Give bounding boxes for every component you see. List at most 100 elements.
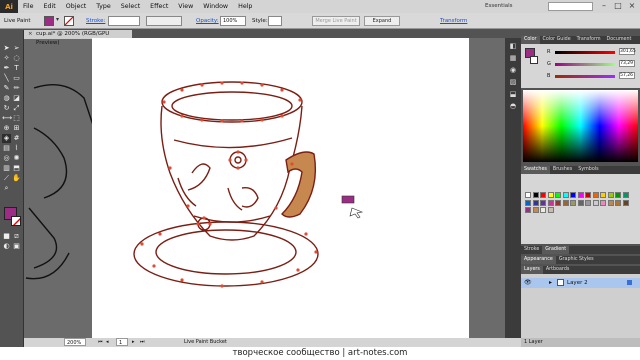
color-swatch[interactable] (615, 192, 621, 198)
draw-mode-icon[interactable]: ◐ (2, 242, 11, 251)
live-paint-bucket-icon[interactable]: ◈ (2, 134, 11, 143)
channel-b-slider[interactable] (555, 75, 615, 78)
color-swatch[interactable] (577, 199, 584, 206)
color-swatch[interactable] (540, 199, 546, 206)
menu-file[interactable]: File (18, 3, 39, 10)
color-swatch[interactable] (622, 192, 629, 198)
collapsed-panel-icon[interactable]: ◧ (508, 42, 518, 51)
expand-button[interactable]: Expand (364, 16, 400, 26)
color-swatch[interactable] (540, 207, 546, 213)
color-swatch[interactable] (547, 199, 554, 206)
magic-wand-icon[interactable]: ✧ (2, 54, 11, 63)
expand-arrow-icon[interactable]: ▸ (549, 279, 552, 286)
screen-mode-icon[interactable]: ▣ (12, 242, 21, 251)
channel-r-slider[interactable] (555, 51, 615, 54)
color-swatch[interactable] (585, 192, 591, 198)
collapsed-panel-icon[interactable]: ◉ (508, 66, 518, 75)
color-swatch[interactable] (562, 192, 569, 198)
menu-object[interactable]: Object (61, 3, 92, 10)
layer-name[interactable]: Layer 2 (567, 280, 588, 286)
symbol-sprayer-icon[interactable]: ✺ (12, 154, 21, 163)
color-swatch[interactable] (570, 199, 576, 206)
tab-symbols[interactable]: Symbols (575, 166, 601, 174)
lasso-icon[interactable]: ◌ (12, 54, 21, 63)
channel-g-value[interactable]: 73,29 (619, 60, 635, 67)
color-swatch[interactable] (547, 192, 554, 198)
eyedropper-icon[interactable]: ⌇ (12, 144, 21, 153)
color-panel-stroke-swatch[interactable] (530, 56, 538, 64)
tab-gradient[interactable]: Gradient (542, 246, 570, 254)
scale-tool-icon[interactable]: ⤢ (12, 104, 21, 113)
zoom-tool-icon[interactable]: ⌕ (2, 184, 11, 193)
tab-appearance[interactable]: Appearance (521, 256, 556, 264)
line-tool-icon[interactable]: ╲ (2, 74, 11, 83)
menu-help[interactable]: Help (233, 3, 257, 10)
menu-select[interactable]: Select (116, 3, 145, 10)
mesh-tool-icon[interactable]: # (12, 134, 21, 143)
rectangle-tool-icon[interactable]: ▭ (12, 74, 21, 83)
artboard-tool-icon[interactable]: ⬒ (12, 164, 21, 173)
color-swatch[interactable] (555, 192, 561, 198)
stroke-weight-field[interactable] (108, 16, 140, 26)
channel-g-slider[interactable] (555, 63, 615, 66)
color-swatch[interactable] (577, 192, 584, 198)
channel-b-value[interactable]: 57,26 (619, 72, 635, 79)
channel-r-value[interactable]: 301,65 (619, 48, 636, 55)
chevron-down-icon[interactable]: ▾ (56, 16, 62, 26)
search-input[interactable] (548, 2, 593, 11)
variable-width-profile[interactable] (146, 16, 182, 26)
tab-layers[interactable]: Layers (521, 266, 543, 274)
collapsed-panel-icon[interactable]: ▨ (508, 78, 518, 87)
tab-color-guide[interactable]: Color Guide (540, 36, 574, 44)
color-swatch[interactable] (532, 199, 539, 206)
pencil-tool-icon[interactable]: ✏ (12, 84, 21, 93)
stroke-swatch[interactable] (11, 216, 21, 226)
color-swatch[interactable] (525, 199, 531, 206)
close-icon[interactable]: × (625, 0, 639, 12)
color-swatch[interactable] (532, 192, 539, 198)
transform-link[interactable]: Transform (440, 16, 467, 26)
color-swatch[interactable] (555, 199, 561, 206)
tab-brushes[interactable]: Brushes (550, 166, 575, 174)
color-mode-icon[interactable]: ■ (2, 232, 11, 241)
column-graph-icon[interactable]: ▥ (2, 164, 11, 173)
menu-view[interactable]: View (173, 3, 198, 10)
last-artboard-icon[interactable]: ⏭ (140, 338, 145, 347)
collapsed-panel-icon[interactable]: ▦ (508, 54, 518, 63)
tab-transform[interactable]: Transform (574, 36, 604, 44)
prev-artboard-icon[interactable]: ◂ (106, 338, 109, 347)
stroke-color-swatch[interactable] (64, 16, 74, 26)
blend-tool-icon[interactable]: ◎ (2, 154, 11, 163)
layer-row[interactable]: 👁 ▸ Layer 2 (521, 278, 640, 288)
opacity-label[interactable]: Opacity: (196, 16, 219, 26)
opacity-field[interactable]: 100% (220, 16, 246, 26)
close-tab-icon[interactable]: × (28, 30, 33, 39)
workspace-switcher[interactable]: Essentials (485, 3, 513, 9)
tab-artboards[interactable]: Artboards (543, 266, 573, 274)
color-swatch[interactable] (532, 207, 539, 213)
color-swatch[interactable] (585, 199, 591, 206)
menu-type[interactable]: Type (91, 3, 115, 10)
color-swatch[interactable] (607, 192, 614, 198)
collapsed-panel-icon[interactable]: ⬓ (508, 90, 518, 99)
color-swatch[interactable] (562, 199, 569, 206)
rotate-tool-icon[interactable]: ↻ (2, 104, 11, 113)
style-picker[interactable] (268, 16, 282, 26)
artboard[interactable] (92, 38, 469, 338)
minimize-icon[interactable]: – (597, 0, 611, 12)
direct-selection-tool-icon[interactable]: ➢ (12, 44, 21, 53)
color-swatch[interactable] (607, 199, 614, 206)
color-spectrum[interactable] (523, 90, 638, 162)
eye-icon[interactable]: 👁 (524, 279, 532, 286)
color-swatch[interactable] (592, 199, 599, 206)
perspective-grid-icon[interactable]: ⊞ (12, 124, 21, 133)
color-swatch[interactable] (570, 192, 576, 198)
color-swatch[interactable] (622, 199, 629, 206)
selection-tool-icon[interactable]: ➤ (2, 44, 11, 53)
artboard-number[interactable]: 1 (116, 338, 128, 346)
tab-stroke[interactable]: Stroke (521, 246, 542, 254)
color-swatch[interactable] (600, 192, 606, 198)
maximize-icon[interactable]: □ (611, 0, 625, 12)
next-artboard-icon[interactable]: ▸ (132, 338, 135, 347)
color-swatch[interactable] (525, 207, 531, 213)
